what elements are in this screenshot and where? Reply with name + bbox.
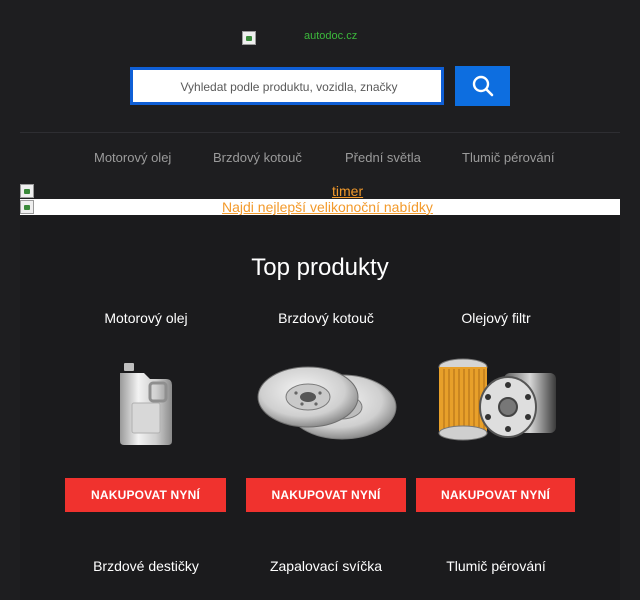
product-name-spark-plug: Zapalovací svíčka xyxy=(269,558,383,574)
nav-item-headlights[interactable]: Přední světla xyxy=(345,150,421,165)
timer-link[interactable]: timer xyxy=(332,183,363,199)
header-divider xyxy=(20,132,620,133)
product-name-motor-oil: Motorový olej xyxy=(104,310,188,326)
promo-banner: Najdi nejlepší velikonoční nabídky xyxy=(20,199,620,215)
logo-row: autodoc.cz xyxy=(0,30,640,48)
search-icon xyxy=(472,75,493,97)
product-name-brake-pads: Brzdové destičky xyxy=(93,558,199,574)
product-name-oil-filter: Olejový filtr xyxy=(461,310,531,326)
search-input[interactable] xyxy=(133,70,445,104)
oil-filter-icon[interactable] xyxy=(436,355,562,450)
brake-disc-icon[interactable] xyxy=(256,355,398,450)
nav-item-motor-oil[interactable]: Motorový olej xyxy=(94,150,171,165)
broken-promo-image-icon xyxy=(20,200,34,214)
buy-button-oil-filter[interactable]: NAKUPOVAT NYNÍ xyxy=(416,478,575,512)
category-nav: Motorový olej Brzdový kotouč Přední svět… xyxy=(0,150,640,168)
logo-link[interactable]: autodoc.cz xyxy=(304,30,357,42)
search-button[interactable] xyxy=(455,66,510,106)
nav-item-shock-absorber[interactable]: Tlumič pérování xyxy=(462,150,554,165)
broken-logo-image-icon xyxy=(242,31,256,45)
broken-timer-image-icon xyxy=(20,184,34,198)
buy-button-motor-oil[interactable]: NAKUPOVAT NYNÍ xyxy=(65,478,226,512)
buy-button-brake-disc[interactable]: NAKUPOVAT NYNÍ xyxy=(246,478,406,512)
search-box xyxy=(130,67,445,105)
product-name-brake-disc: Brzdový kotouč xyxy=(278,310,374,326)
oil-canister-icon[interactable] xyxy=(110,355,180,450)
nav-item-brake-disc[interactable]: Brzdový kotouč xyxy=(213,150,302,165)
timer-banner: timer xyxy=(20,183,620,199)
product-name-shock-absorber: Tlumič pérování xyxy=(446,558,546,574)
section-title: Top produkty xyxy=(251,254,389,281)
promo-link[interactable]: Najdi nejlepší velikonoční nabídky xyxy=(222,199,433,215)
